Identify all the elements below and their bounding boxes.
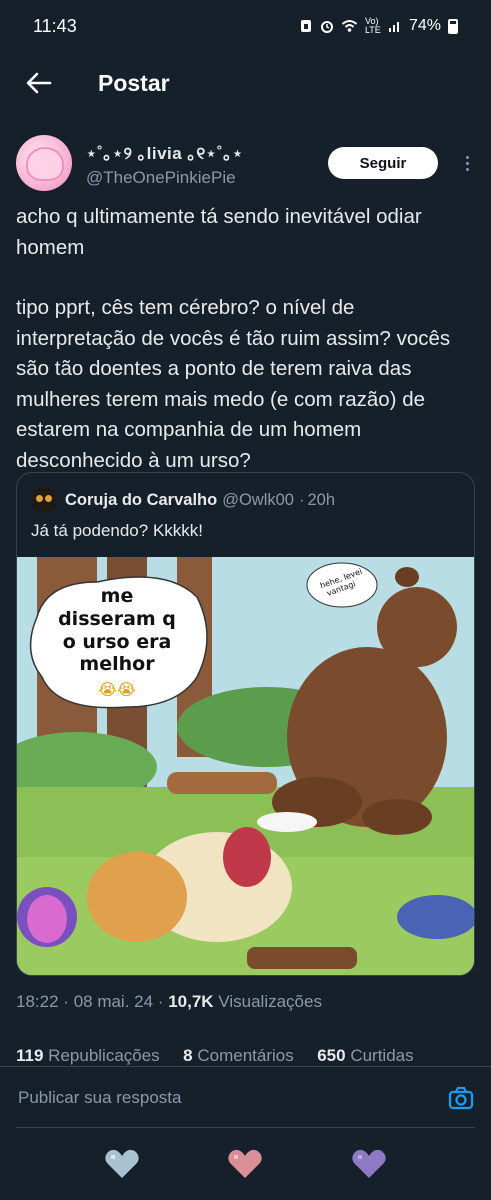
alarm-icon: [320, 21, 333, 33]
status-bar: 11:43 Vo) LTE 74%: [0, 0, 491, 52]
post-date: 08 mai. 24: [73, 992, 154, 1011]
wifi-icon: [341, 20, 358, 32]
network-label: Vo) LTE: [364, 16, 381, 35]
reply-composer: [0, 1066, 491, 1128]
author-names: ⋆˚｡⋆୨ ｡livia ｡୧⋆˚｡⋆ @TheOnePinkiePie: [86, 139, 328, 188]
views-label: Visualizações: [218, 992, 322, 1011]
quoted-author-name: Coruja do Carvalho: [65, 490, 218, 509]
meta-separator: ·: [157, 992, 164, 1011]
reply-input[interactable]: [16, 1086, 447, 1109]
more-dot: [465, 161, 469, 165]
bubble-left-line: o urso era: [63, 631, 172, 653]
sim-icon: [300, 20, 311, 32]
back-button[interactable]: [0, 52, 70, 114]
likes-label[interactable]: Curtidas: [350, 1046, 413, 1065]
bubble-left-line: me: [101, 585, 134, 607]
comments-count[interactable]: 8: [183, 1046, 192, 1065]
blue-heart-icon[interactable]: [104, 1148, 140, 1180]
camera-icon[interactable]: [447, 1084, 475, 1112]
reposts-label[interactable]: Republicações: [48, 1046, 160, 1065]
more-dots-icon: [465, 155, 469, 159]
quoted-author-handle: @Owlk00: [222, 490, 294, 509]
top-app-bar: Postar: [0, 52, 491, 114]
page-title: Postar: [98, 69, 170, 96]
meta-separator: ·: [63, 992, 69, 1011]
battery-icon: [448, 18, 458, 34]
quoted-time: 20h: [307, 490, 336, 509]
post-paragraph: tipo pprt, cês tem cérebro? o nível de i…: [16, 296, 451, 472]
reposts-count[interactable]: 119: [16, 1046, 43, 1065]
more-options-button[interactable]: [458, 148, 476, 178]
battery-percent: 74%: [408, 17, 441, 34]
likes-count[interactable]: 650: [317, 1046, 345, 1065]
author-handle[interactable]: @TheOnePinkiePie: [86, 168, 328, 188]
views-count: 10,7K: [168, 992, 214, 1011]
arrow-left-icon: [26, 72, 52, 94]
post-author-row: ⋆˚｡⋆୨ ｡livia ｡୧⋆˚｡⋆ @TheOnePinkiePie Seg…: [16, 132, 476, 194]
post-paragraph: acho q ultimamente tá sendo inevitável o…: [16, 205, 422, 259]
purple-heart-icon[interactable]: [351, 1148, 387, 1180]
bubble-left-line: melhor: [79, 653, 155, 675]
post-time: 18:22: [16, 992, 59, 1011]
quoted-post-header: Coruja do Carvalho @Owlk00 · 20h: [17, 473, 474, 513]
quoted-author-avatar: [31, 487, 57, 513]
quoted-post[interactable]: Coruja do Carvalho @Owlk00 · 20h Já tá p…: [16, 472, 475, 976]
avatar[interactable]: [16, 135, 72, 191]
more-dot: [465, 167, 469, 171]
quoted-post-text: Já tá podendo? Kkkkk!: [31, 521, 204, 540]
author-display-name[interactable]: ⋆˚｡⋆୨ ｡livia ｡୧⋆˚｡⋆: [86, 139, 328, 164]
follow-button[interactable]: Seguir: [328, 147, 438, 179]
post-stats: 119 Republicações 8 Comentários 650 Curt…: [16, 1046, 476, 1066]
bubble-left-line: disseram q: [58, 608, 176, 630]
quoted-post-image[interactable]: me disseram q o urso era melhor 😭😭 hehe,…: [17, 557, 475, 975]
comments-label[interactable]: Comentários: [197, 1046, 293, 1065]
pink-heart-icon[interactable]: [227, 1148, 263, 1180]
status-time: 11:43: [33, 15, 77, 36]
quoted-separator: ·: [298, 490, 305, 509]
post-meta: 18:22 · 08 mai. 24 · 10,7K Visualizações: [16, 992, 322, 1012]
post-text: acho q ultimamente tá sendo inevitável o…: [16, 202, 478, 476]
bubble-left-emoji: 😭😭: [98, 680, 135, 699]
status-icons: Vo) LTE 74%: [299, 17, 458, 35]
signal-icon: [388, 22, 399, 32]
bottom-bar: [0, 1128, 491, 1200]
